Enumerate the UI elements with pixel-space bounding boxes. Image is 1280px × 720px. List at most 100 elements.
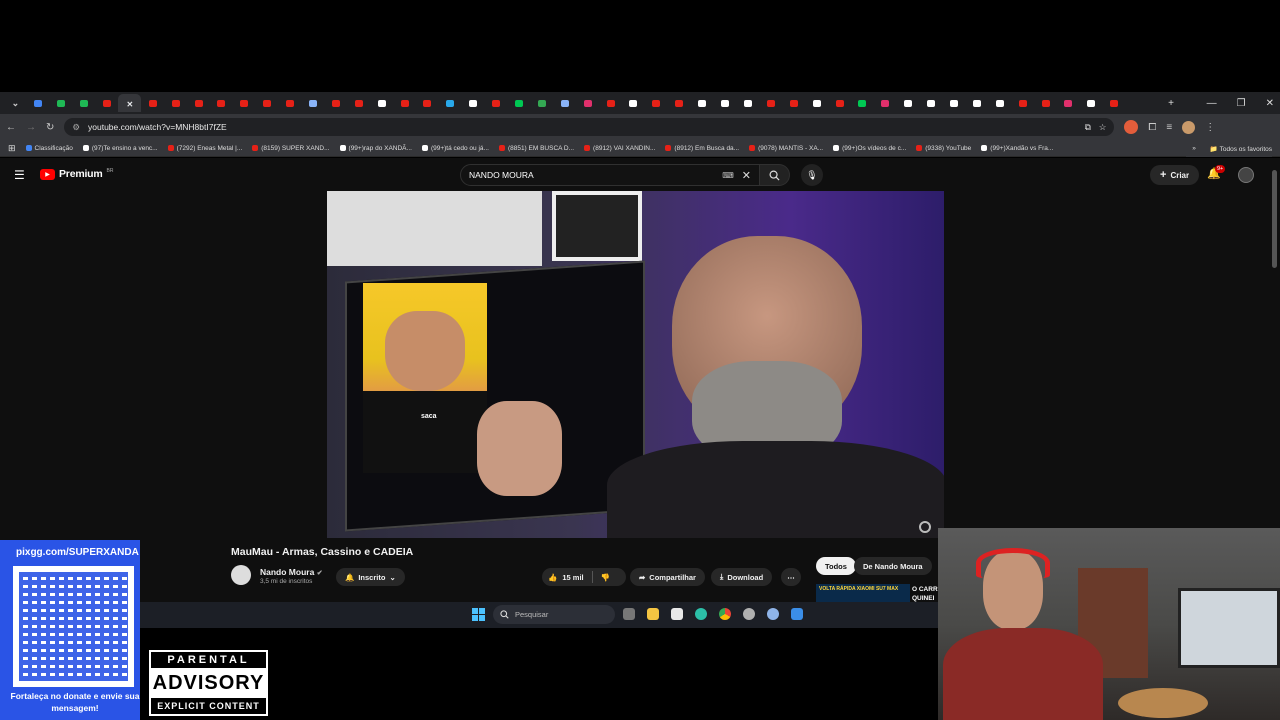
profile-avatar[interactable] (1182, 120, 1196, 134)
tab-search-button[interactable]: ⌄ (4, 94, 27, 112)
more-actions-button[interactable]: ⋯ (781, 568, 801, 586)
browser-tab[interactable] (737, 94, 760, 112)
thumbs-down-icon[interactable]: 👎 (601, 573, 610, 582)
browser-tab[interactable] (187, 94, 210, 112)
snipping-tool-icon[interactable] (791, 608, 803, 620)
browser-tab[interactable] (1057, 94, 1080, 112)
video-player[interactable]: saca (327, 191, 944, 538)
bookmark-item[interactable]: (9338) YouTube (916, 145, 971, 152)
search-button[interactable] (760, 164, 790, 186)
browser-tab[interactable] (874, 94, 897, 112)
reload-icon[interactable]: ↻ (46, 122, 54, 133)
like-button[interactable]: 👍 15 mil (548, 573, 584, 582)
back-icon[interactable]: ← (6, 122, 16, 133)
chrome-icon[interactable] (719, 608, 731, 620)
bookmark-star-icon[interactable]: ☆ (1099, 122, 1107, 133)
extensions-puzzle-icon[interactable]: ⧠ (1148, 122, 1156, 133)
recommended-thumbnail[interactable]: VOLTA RÁPIDA XIAOMI SU7 MAX (816, 584, 910, 602)
download-button[interactable]: ⤓ Download (711, 568, 773, 586)
browser-tab[interactable] (462, 94, 485, 112)
task-view-icon[interactable] (623, 608, 635, 620)
browser-tab[interactable] (714, 94, 737, 112)
browser-tab[interactable] (73, 94, 96, 112)
account-avatar[interactable] (1238, 167, 1254, 183)
close-window-icon[interactable]: ✕ (1266, 98, 1274, 109)
all-bookmarks-folder[interactable]: 📁 Todos os favoritos (1210, 145, 1272, 153)
apps-icon[interactable]: ⊞ (8, 143, 16, 154)
install-icon[interactable]: ⧉ (1085, 122, 1091, 133)
browser-tab[interactable] (851, 94, 874, 112)
browser-tab[interactable] (691, 94, 714, 112)
browser-tab[interactable] (50, 94, 73, 112)
browser-tab[interactable] (439, 94, 462, 112)
bookmark-item[interactable]: (99+)tá cedo ou já... (421, 145, 489, 152)
bookmark-item[interactable]: (99+)rap do XANDÃ... (339, 145, 412, 152)
search-input[interactable]: NANDO MOURA ⌨ ✕ (460, 164, 760, 186)
browser-tab[interactable] (1103, 94, 1126, 112)
maximize-icon[interactable]: ❐ (1237, 98, 1246, 109)
browser-tab[interactable] (759, 94, 782, 112)
browser-tab[interactable] (485, 94, 508, 112)
browser-tab[interactable] (279, 94, 302, 112)
browser-tab[interactable] (668, 94, 691, 112)
bookmark-item[interactable]: (97)Te ensino a venc... (82, 145, 158, 152)
browser-tab[interactable] (1080, 94, 1103, 112)
voice-search-button[interactable]: 🎙 (801, 164, 823, 186)
keyboard-icon[interactable]: ⌨ (722, 171, 734, 180)
more-icon[interactable]: ⋮ (1205, 122, 1215, 133)
browser-tab[interactable] (393, 94, 416, 112)
browser-tab[interactable] (210, 94, 233, 112)
browser-tab[interactable] (599, 94, 622, 112)
browser-tab[interactable] (553, 94, 576, 112)
browser-tab[interactable] (943, 94, 966, 112)
chip-all[interactable]: Todos (816, 557, 856, 575)
browser-tab[interactable] (302, 94, 325, 112)
browser-tab[interactable]: ✕ (118, 94, 142, 112)
browser-tab[interactable] (164, 94, 187, 112)
browser-tab[interactable] (576, 94, 599, 112)
browser-tab[interactable] (416, 94, 439, 112)
bookmark-item[interactable]: (8159) SUPER XAND... (252, 145, 330, 152)
bookmark-item[interactable]: (99+)Xandão vs Fra... (981, 145, 1053, 152)
app-icon[interactable] (743, 608, 755, 620)
browser-tab[interactable] (965, 94, 988, 112)
browser-tab[interactable] (920, 94, 943, 112)
windows-start-icon[interactable] (472, 608, 485, 621)
browser-tab[interactable] (1034, 94, 1057, 112)
browser-tab[interactable] (782, 94, 805, 112)
extension-icon[interactable] (1124, 120, 1139, 134)
browser-tab[interactable] (1011, 94, 1034, 112)
browser-tab[interactable] (27, 94, 50, 112)
chip-from-channel[interactable]: De Nando Moura (854, 557, 932, 575)
site-info-icon[interactable]: ⚙ (72, 122, 80, 133)
browser-tab[interactable] (347, 94, 370, 112)
browser-tab[interactable] (370, 94, 393, 112)
taskbar-search[interactable]: Pesquisar (493, 605, 615, 624)
address-bar[interactable]: ⚙ youtube.com/watch?v=MNH8btI7fZE ⧉ ☆ (64, 118, 1115, 136)
create-button[interactable]: + Criar (1150, 165, 1200, 185)
browser-tab[interactable] (530, 94, 553, 112)
browser-tab[interactable] (96, 94, 119, 112)
file-explorer-icon[interactable] (647, 608, 659, 620)
settings-gear-icon[interactable] (767, 608, 779, 620)
browser-tab[interactable] (233, 94, 256, 112)
channel-name[interactable]: Nando Moura ✔ (260, 567, 323, 577)
menu-icon[interactable]: ≡ (1166, 122, 1172, 133)
browser-tab[interactable] (622, 94, 645, 112)
bookmark-item[interactable]: (8912) Em Busca da... (665, 145, 739, 152)
bookmark-item[interactable]: (99+)Os vídeos de c... (833, 145, 906, 152)
browser-tab[interactable] (324, 94, 347, 112)
new-tab-icon[interactable]: + (1168, 98, 1174, 109)
browser-tab[interactable] (256, 94, 279, 112)
bookmark-item[interactable]: (8851) EM BUSCA D... (498, 145, 574, 152)
bookmark-item[interactable]: (8912) VAI XANDIN... (584, 145, 655, 152)
edge-icon[interactable] (695, 608, 707, 620)
youtube-logo[interactable]: ▶ Premium BR (40, 168, 114, 180)
bookmark-item[interactable]: Classificação (25, 145, 73, 152)
browser-tab[interactable] (988, 94, 1011, 112)
browser-tab[interactable] (508, 94, 531, 112)
hamburger-menu-icon[interactable]: ☰ (14, 168, 25, 182)
bookmark-item[interactable]: (7292) Eneas Metal |... (167, 145, 242, 152)
channel-avatar[interactable] (231, 565, 251, 585)
bookmark-item[interactable]: (9078) MANTIS - XA... (749, 145, 823, 152)
